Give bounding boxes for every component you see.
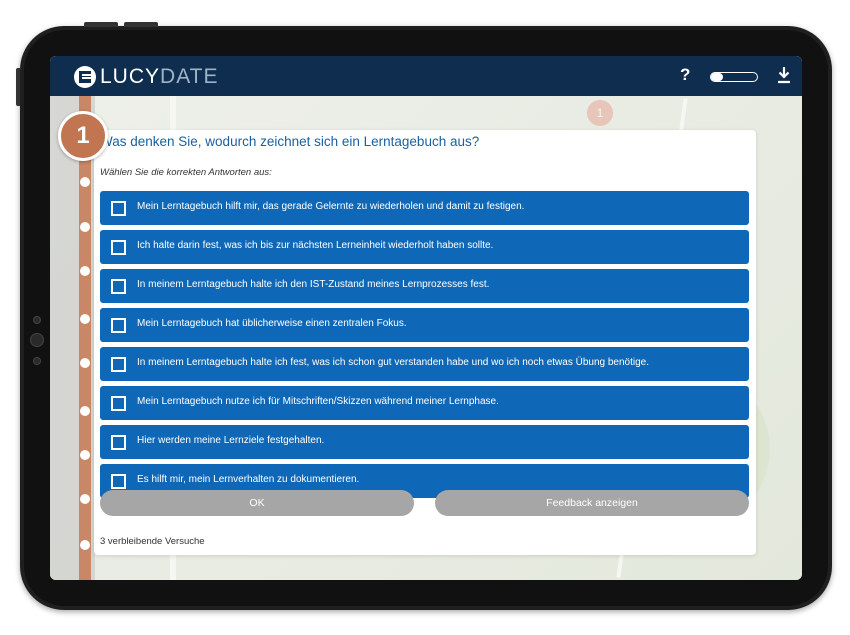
checkbox[interactable] xyxy=(111,201,126,216)
answer-label: Mein Lerntagebuch hilft mir, das gerade … xyxy=(137,201,525,212)
track-dot xyxy=(80,314,90,324)
ok-button[interactable]: OK xyxy=(100,490,414,516)
camera-icon xyxy=(33,316,41,324)
track-dot xyxy=(80,358,90,368)
app-screen: 1 LUCYDATE ? Was denken Sie, wodurch zei… xyxy=(50,56,802,580)
lucydate-logo[interactable]: LUCYDATE xyxy=(74,65,218,89)
answer-label: Ich halte darin fest, was ich bis zur nä… xyxy=(137,240,494,251)
question-text: Was denken Sie, wodurch zeichnet sich ei… xyxy=(100,134,480,149)
download-icon xyxy=(778,67,790,84)
track-dot xyxy=(80,406,90,416)
logo-text: LUCYDATE xyxy=(100,65,219,88)
feedback-button[interactable]: Feedback anzeigen xyxy=(435,490,749,516)
logo-icon xyxy=(74,66,96,88)
answer-label: Es hilft mir, mein Lernverhalten zu doku… xyxy=(137,474,360,485)
step-badge: 1 xyxy=(58,111,108,161)
attempts-remaining: 3 verbleibende Versuche xyxy=(100,536,205,547)
map-pin: 1 xyxy=(587,100,613,126)
download-button[interactable] xyxy=(777,66,791,84)
answer-option[interactable]: Hier werden meine Lernziele festgehalten… xyxy=(100,425,749,459)
sensor-icon xyxy=(33,357,41,365)
progress-fill xyxy=(711,73,723,81)
answer-option[interactable]: In meinem Lerntagebuch halte ich fest, w… xyxy=(100,347,749,381)
tablet-side-button xyxy=(16,68,20,106)
track-dot xyxy=(80,177,90,187)
checkbox[interactable] xyxy=(111,240,126,255)
answer-option[interactable]: Mein Lerntagebuch hat üblicherweise eine… xyxy=(100,308,749,342)
answer-option[interactable]: Mein Lerntagebuch nutze ich für Mitschri… xyxy=(100,386,749,420)
home-button-icon xyxy=(30,333,44,347)
answer-option[interactable]: Mein Lerntagebuch hilft mir, das gerade … xyxy=(100,191,749,225)
help-button[interactable]: ? xyxy=(680,65,690,85)
tablet-volume-button xyxy=(84,22,118,27)
answer-label: Mein Lerntagebuch nutze ich für Mitschri… xyxy=(137,396,499,407)
instruction-text: Wählen Sie die korrekten Antworten aus: xyxy=(100,167,272,178)
track-dot xyxy=(80,450,90,460)
checkbox[interactable] xyxy=(111,435,126,450)
answer-option[interactable]: Ich halte darin fest, was ich bis zur nä… xyxy=(100,230,749,264)
checkbox[interactable] xyxy=(111,357,126,372)
answer-label: Mein Lerntagebuch hat üblicherweise eine… xyxy=(137,318,407,329)
checkbox[interactable] xyxy=(111,396,126,411)
checkbox[interactable] xyxy=(111,318,126,333)
answer-label: In meinem Lerntagebuch halte ich den IST… xyxy=(137,279,490,290)
answer-label: Hier werden meine Lernziele festgehalten… xyxy=(137,435,325,446)
answer-label: In meinem Lerntagebuch halte ich fest, w… xyxy=(137,357,649,368)
tablet-power-button xyxy=(124,22,158,27)
track-dot xyxy=(80,266,90,276)
checkbox[interactable] xyxy=(111,474,126,489)
track-dot xyxy=(80,494,90,504)
track-dot xyxy=(80,540,90,550)
checkbox[interactable] xyxy=(111,279,126,294)
progress-track xyxy=(79,96,91,580)
progress-indicator xyxy=(710,72,758,82)
app-header: LUCYDATE ? xyxy=(50,56,802,96)
answer-option[interactable]: In meinem Lerntagebuch halte ich den IST… xyxy=(100,269,749,303)
track-dot xyxy=(80,222,90,232)
